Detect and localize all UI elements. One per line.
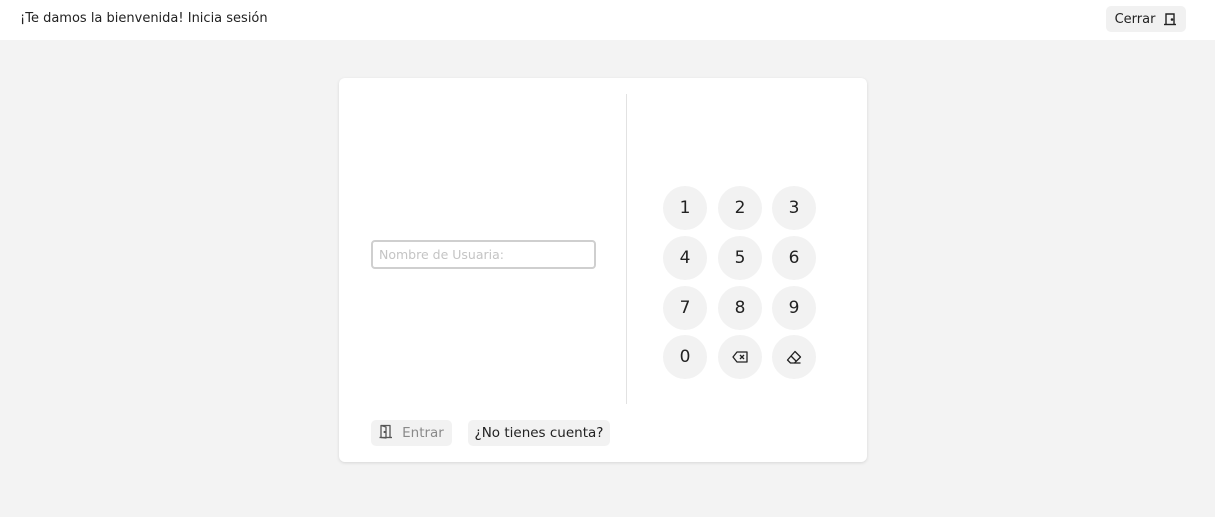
enter-button-label: Entrar (402, 425, 444, 441)
key-9[interactable]: 9 (772, 286, 816, 330)
eraser-icon (786, 350, 802, 365)
door-icon (1163, 12, 1177, 26)
signup-button[interactable]: ¿No tienes cuenta? (468, 420, 610, 446)
key-1[interactable]: 1 (663, 186, 707, 230)
clear-key[interactable] (772, 335, 816, 379)
backspace-key[interactable] (718, 335, 762, 379)
key-8[interactable]: 8 (718, 286, 762, 330)
welcome-message: ¡Te damos la bienvenida! Inicia sesión (20, 11, 268, 26)
enter-button[interactable]: Entrar (371, 420, 452, 446)
key-3[interactable]: 3 (772, 186, 816, 230)
key-7[interactable]: 7 (663, 286, 707, 330)
key-2[interactable]: 2 (718, 186, 762, 230)
login-card: 1 2 3 4 5 6 7 8 9 0 (339, 78, 867, 462)
key-4[interactable]: 4 (663, 236, 707, 280)
door-open-icon (379, 424, 393, 443)
close-button-label: Cerrar (1114, 11, 1156, 27)
username-input[interactable] (371, 240, 596, 269)
key-5[interactable]: 5 (718, 236, 762, 280)
close-button[interactable]: Cerrar (1106, 6, 1186, 32)
key-6[interactable]: 6 (772, 236, 816, 280)
card-divider (626, 94, 627, 404)
key-0[interactable]: 0 (663, 335, 707, 379)
backspace-icon (732, 351, 748, 363)
top-bar: ¡Te damos la bienvenida! Inicia sesión C… (0, 0, 1215, 40)
